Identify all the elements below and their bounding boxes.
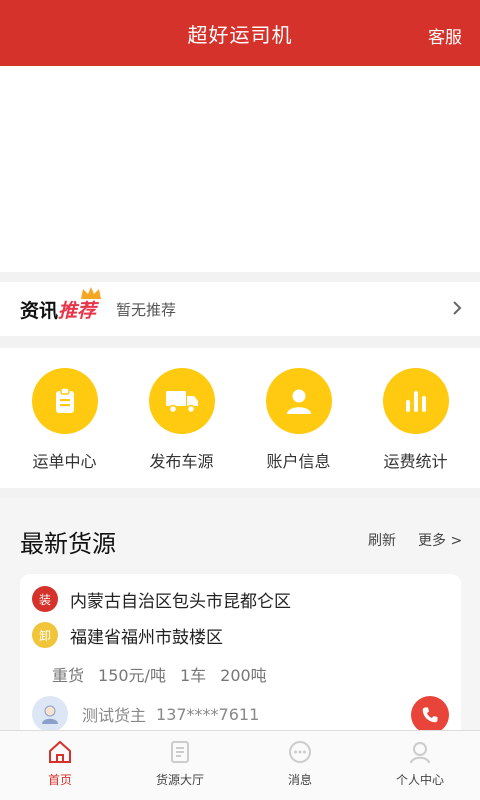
refresh-button[interactable]: 刷新: [368, 530, 396, 550]
chevron-right-icon[interactable]: [452, 300, 462, 316]
clipboard-icon: [31, 368, 98, 434]
menu-label: 账户信息: [266, 452, 331, 471]
bottom-tabbar: 首页 货源大厅 消息 个人中心: [0, 730, 480, 800]
cargo-type: 重货: [52, 666, 85, 685]
tab-messages[interactable]: 消息: [240, 731, 360, 800]
cargo-card[interactable]: 装 内蒙古自治区包头市昆都仑区 卸 福建省福州市鼓楼区 重货 150元/吨 1车…: [20, 574, 461, 744]
quick-menu: 运单中心 发布车源 账户信息 运费统计: [0, 348, 480, 488]
message-icon: [289, 741, 311, 763]
owner-name: 测试货主: [82, 706, 147, 725]
owner-row: 测试货主 137****7611: [32, 696, 259, 732]
origin-text: 内蒙古自治区包头市昆都仑区: [70, 591, 291, 612]
cargo-price: 150元/吨: [98, 666, 166, 685]
destination-row: 卸 福建省福州市鼓楼区: [32, 622, 223, 648]
tab-profile[interactable]: 个人中心: [360, 731, 480, 800]
tab-label: 货源大厅: [155, 773, 204, 787]
owner-phone: 137****7611: [156, 704, 260, 724]
news-logo-black: 资讯: [20, 299, 59, 322]
bar-chart-icon: [382, 368, 449, 434]
tab-label: 消息: [287, 773, 312, 787]
user-icon: [265, 368, 332, 434]
cargo-weight: 200吨: [220, 666, 267, 685]
menu-item-waybill[interactable]: 运单中心: [6, 348, 123, 488]
unload-badge: 卸: [32, 622, 58, 648]
news-logo-red: 推荐: [58, 299, 97, 322]
menu-label: 运单中心: [32, 452, 97, 471]
avatar: [32, 696, 68, 732]
menu-label: 发布车源: [149, 452, 214, 471]
tab-home[interactable]: 首页: [0, 731, 120, 800]
tab-cargo-hall[interactable]: 货源大厅: [120, 731, 240, 800]
tab-label: 个人中心: [395, 773, 444, 787]
menu-label: 运费统计: [383, 452, 448, 471]
latest-cargo-section: 最新货源 刷新 更多 > 装 内蒙古自治区包头市昆都仑区 卸 福建省福州市鼓楼区…: [0, 498, 480, 744]
news-logo: 资讯推荐: [20, 286, 101, 323]
more-button[interactable]: 更多 >: [418, 530, 462, 550]
phone-icon: [422, 707, 438, 723]
section-title: 最新货源: [20, 530, 116, 558]
document-icon: [171, 741, 189, 763]
menu-item-account[interactable]: 账户信息: [240, 348, 357, 488]
cargo-info: 重货 150元/吨 1车 200吨: [52, 662, 267, 686]
crown-icon: [81, 286, 101, 299]
page-title: 超好运司机: [187, 22, 293, 47]
menu-item-freight-stats[interactable]: 运费统计: [357, 348, 474, 488]
app-header: 超好运司机 客服: [0, 0, 480, 66]
destination-text: 福建省福州市鼓楼区: [70, 627, 223, 648]
cargo-vehicles: 1车: [179, 666, 207, 685]
home-icon: [49, 740, 71, 763]
news-text: 暂无推荐: [116, 300, 177, 319]
call-button[interactable]: [411, 696, 449, 734]
truck-icon: [148, 368, 215, 434]
banner-area: [0, 66, 480, 272]
customer-service-button[interactable]: 客服: [428, 23, 462, 48]
news-recommend-bar[interactable]: 资讯推荐 暂无推荐: [0, 282, 480, 336]
load-badge: 装: [32, 586, 58, 612]
menu-item-publish-vehicle[interactable]: 发布车源: [123, 348, 240, 488]
tab-label: 首页: [47, 773, 72, 787]
origin-row: 装 内蒙古自治区包头市昆都仑区: [32, 586, 291, 612]
person-icon: [410, 742, 430, 764]
